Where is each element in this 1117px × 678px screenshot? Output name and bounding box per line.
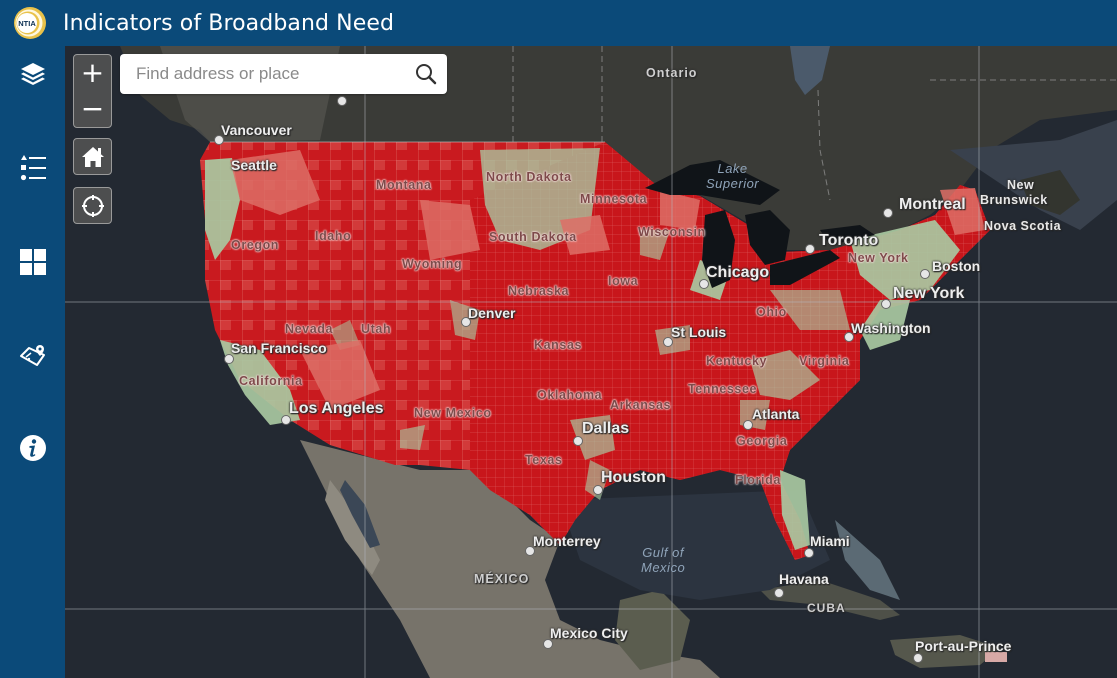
search-input[interactable] <box>134 63 408 85</box>
label-arkansas: Arkansas <box>610 398 672 412</box>
zoom-control: + − <box>73 54 112 128</box>
label-oregon: Oregon <box>231 238 280 252</box>
label-vancouver: Vancouver <box>221 122 292 138</box>
label-houston: Houston <box>601 469 666 486</box>
label-iowa: Iowa <box>608 274 639 288</box>
label-new-york-city: New York <box>893 285 965 302</box>
label-kentucky: Kentucky <box>706 354 768 368</box>
label-south-dakota: South Dakota <box>489 230 577 244</box>
home-button[interactable] <box>73 138 112 175</box>
label-florida: Florida <box>735 473 781 487</box>
city-dot-port-au-prince <box>913 653 923 663</box>
sidebar-item-map-location[interactable] <box>0 330 65 382</box>
label-georgia: Georgia <box>736 434 788 448</box>
ntia-logo: NTIA <box>13 6 47 40</box>
label-new-mexico: New Mexico <box>414 406 492 420</box>
label-texas: Texas <box>525 453 563 467</box>
label-miami: Miami <box>810 533 850 549</box>
label-st-louis: St Louis <box>671 324 727 340</box>
label-havana: Havana <box>779 571 829 587</box>
label-new-york-state: New York <box>848 251 909 265</box>
label-wisconsin: Wisconsin <box>638 225 706 239</box>
label-utah: Utah <box>361 322 392 336</box>
label-minnesota: Minnesota <box>580 192 648 206</box>
svg-text:NTIA: NTIA <box>18 19 36 28</box>
label-nebraska: Nebraska <box>508 284 570 298</box>
label-port-au-prince: Port-au-Prince <box>915 638 1012 654</box>
label-wyoming: Wyoming <box>402 257 463 271</box>
label-north-dakota: North Dakota <box>486 170 572 184</box>
label-idaho: Idaho <box>315 229 352 243</box>
city-dot-calgary <box>337 96 347 106</box>
sidebar <box>0 46 65 678</box>
label-ohio: Ohio <box>756 305 787 319</box>
label-toronto: Toronto <box>819 232 879 249</box>
label-nevada: Nevada <box>285 322 334 336</box>
label-san-francisco: San Francisco <box>231 340 327 356</box>
label-california: California <box>239 374 303 388</box>
label-montana: Montana <box>376 178 432 192</box>
label-nova-scotia: Nova Scotia <box>984 219 1062 233</box>
sidebar-item-basemap-gallery[interactable] <box>0 236 65 288</box>
city-dot-havana <box>774 588 784 598</box>
app-header: NTIA Indicators of Broadband Need <box>0 0 1117 46</box>
label-cuba: CUBA <box>807 601 846 615</box>
search-box <box>120 54 447 94</box>
label-ontario: Ontario <box>646 66 698 80</box>
grid-icon <box>19 249 46 275</box>
locate-icon <box>81 194 104 217</box>
label-seattle: Seattle <box>231 157 277 173</box>
zoom-in-button[interactable]: + <box>74 55 111 91</box>
label-chicago: Chicago <box>706 264 770 281</box>
city-dot-miami <box>804 548 814 558</box>
sidebar-item-layers[interactable] <box>0 48 65 100</box>
label-montreal: Montreal <box>899 196 966 213</box>
label-oklahoma: Oklahoma <box>537 388 603 402</box>
info-icon <box>19 435 46 461</box>
label-kansas: Kansas <box>534 338 583 352</box>
label-new-brunswick: New Brunswick <box>980 178 1048 207</box>
label-los-angeles: Los Angeles <box>289 400 384 417</box>
app-title: Indicators of Broadband Need <box>63 10 395 36</box>
label-gulf-of-mexico: Gulf of Mexico <box>641 545 686 575</box>
label-mexico-city: Mexico City <box>550 625 628 641</box>
label-atlanta: Atlanta <box>752 406 800 422</box>
label-washington: Washington <box>851 320 931 336</box>
home-icon <box>81 146 104 167</box>
city-dot-toronto <box>805 244 815 254</box>
layers-icon <box>20 63 45 85</box>
zoom-out-button[interactable]: − <box>74 91 111 127</box>
label-boston: Boston <box>932 258 981 274</box>
locate-button[interactable] <box>73 187 112 224</box>
sidebar-item-legend[interactable] <box>0 142 65 194</box>
sidebar-item-about[interactable] <box>0 422 65 474</box>
city-dot-montreal <box>883 208 893 218</box>
label-monterrey: Monterrey <box>533 533 601 549</box>
map-pin-icon <box>19 345 45 366</box>
search-button[interactable] <box>415 63 437 90</box>
legend-list-icon <box>20 155 46 181</box>
label-lake-superior: Lake Superior <box>706 161 760 191</box>
city-dot-boston <box>920 269 930 279</box>
city-dot-new-york <box>881 299 891 309</box>
label-mexico: MÉXICO <box>474 572 530 586</box>
label-denver: Denver <box>468 305 516 321</box>
label-tennessee: Tennessee <box>688 382 758 396</box>
search-icon <box>416 64 437 85</box>
label-dallas: Dallas <box>582 420 630 437</box>
label-virginia: Virginia <box>799 354 850 368</box>
